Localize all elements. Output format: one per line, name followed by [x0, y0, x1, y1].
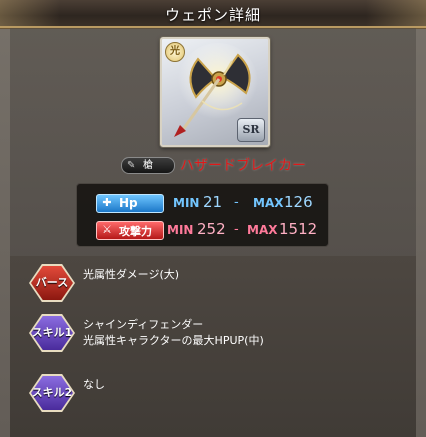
rarity-badge: SR	[237, 118, 265, 142]
spear-icon: ✎	[127, 160, 136, 171]
hp-max-value: 126	[284, 193, 313, 211]
skill2-name: なし	[83, 378, 105, 391]
skill1-description: 光属性キャラクターの最大HPUP(中)	[83, 334, 264, 347]
page-title: ウェポン詳細	[164, 6, 261, 24]
weapon-name: ハザードブレイカー	[180, 158, 306, 174]
weapon-image[interactable]: 光 SR	[160, 37, 270, 147]
stats-box: ✚ Hp MIN 21 - MAX 126 ⚔ 攻撃力 MIN 252 - MA…	[76, 183, 329, 247]
element-light-icon: 光	[165, 42, 185, 62]
sword-icon: ⚔	[102, 223, 112, 236]
hp-min-value: 21	[203, 193, 223, 211]
atk-max-label: MAX	[247, 223, 278, 237]
atk-max-value: 1512	[279, 220, 318, 238]
atk-separator: -	[234, 222, 239, 237]
atk-badge: ⚔ 攻撃力	[96, 221, 164, 240]
hp-separator: -	[234, 195, 239, 210]
plus-icon: ✚	[102, 196, 112, 209]
hp-min-label: MIN	[173, 196, 200, 210]
title-bar: ウェポン詳細	[0, 0, 426, 28]
burst-skill-name: 光属性ダメージ(大)	[83, 268, 180, 281]
hp-label: Hp	[119, 196, 138, 210]
skill1-name: シャインディフェンダー	[83, 318, 204, 331]
weapon-type-label: 槍	[143, 160, 153, 171]
weapon-type-badge: ✎ 槍	[121, 157, 175, 174]
skills-panel: バースト 光属性ダメージ(大) スキル1 シャインディフェンダー 光属性キャラク…	[10, 256, 416, 437]
atk-label: 攻撃力	[119, 225, 152, 238]
atk-min-label: MIN	[167, 223, 194, 237]
hp-max-label: MAX	[253, 196, 284, 210]
atk-min-value: 252	[197, 220, 226, 238]
hp-badge: ✚ Hp	[96, 194, 164, 213]
